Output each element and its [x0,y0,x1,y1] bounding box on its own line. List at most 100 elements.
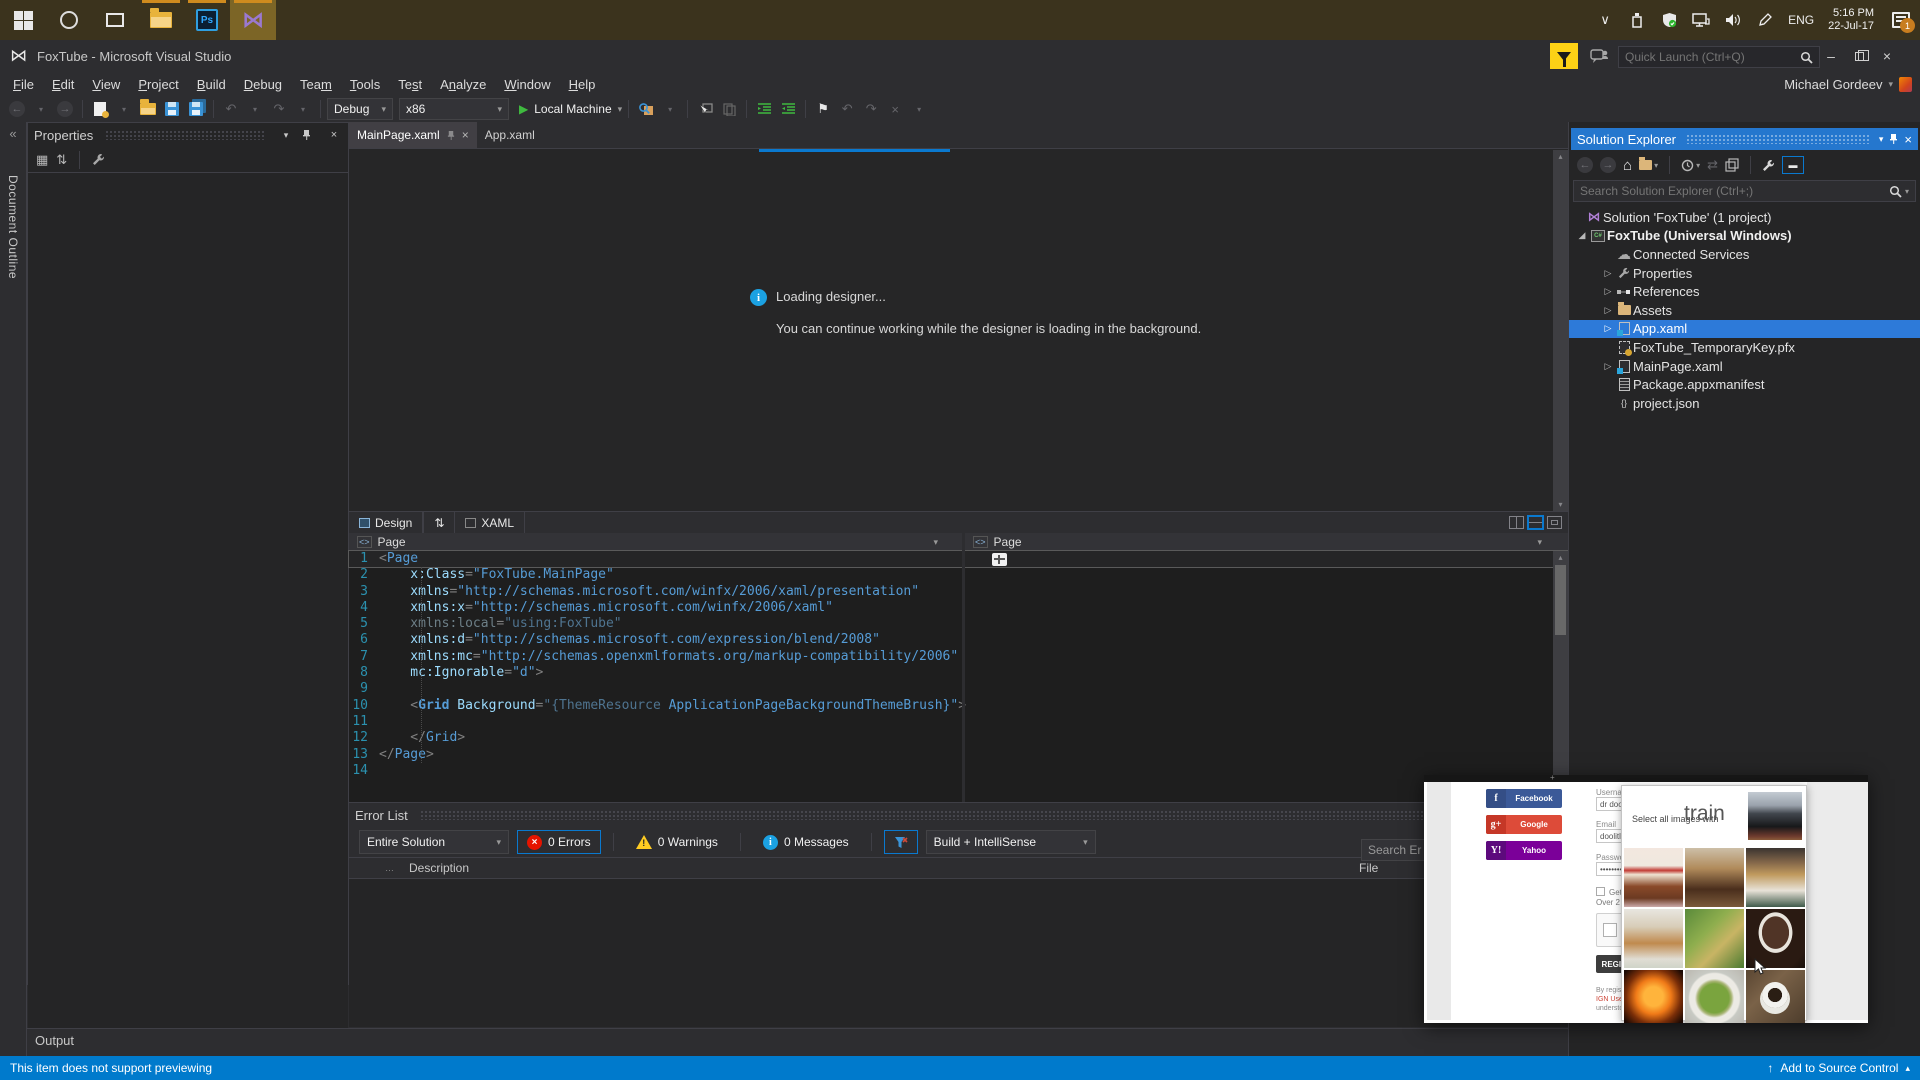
captcha-tile-dessert-glass[interactable] [1685,848,1744,907]
solution-explorer-header[interactable]: Solution Explorer ▾ × [1571,128,1918,150]
pen-icon[interactable] [1756,11,1774,29]
code-line[interactable]: 2 x:Class="FoxTube.MainPage" [349,567,1568,583]
menu-project[interactable]: Project [129,74,187,95]
redo-button[interactable]: ↷ [268,98,290,120]
notifications-filter-button[interactable] [1550,43,1578,69]
warnings-filter-button[interactable]: ! 0 Warnings [626,830,728,854]
visual-studio-button[interactable]: ⋈ [230,0,276,40]
undo-button[interactable]: ↶ [220,98,242,120]
clear-bookmarks-button[interactable]: × [884,98,906,120]
captcha-tile-coffee-cup[interactable] [1746,970,1805,1023]
code-line[interactable]: 4 xmlns:x="http://schemas.microsoft.com/… [349,600,1568,616]
designer-vertical-scrollbar[interactable]: ▴ ▾ [1553,150,1568,511]
errors-filter-button[interactable]: × 0 Errors [517,830,601,854]
bookmarks-overflow-dropdown[interactable]: ▾ [908,98,930,120]
xaml-code-editor[interactable]: 1 <Page 2 x:Class="FoxTube.MainPage" 3 xm… [348,549,1569,802]
forward-button[interactable]: → [1600,157,1616,173]
navigate-forward-button[interactable]: → [54,98,76,120]
vs-titlebar[interactable]: ⋈ FoxTube - Microsoft Visual Studio – × [0,40,1920,72]
filter-button[interactable] [883,830,918,854]
solution-explorer-search-box[interactable]: ▾ [1573,180,1916,202]
new-project-dropdown[interactable]: ▾ [113,98,135,120]
swap-panes-button[interactable]: ⇅ [423,511,456,534]
save-button[interactable] [161,98,183,120]
tree-collapsed-icon[interactable]: ▷ [1601,323,1615,334]
code-line[interactable]: 8 mc:Ignorable="d"> [349,665,1568,681]
tree-collapsed-icon[interactable]: ▷ [1601,268,1615,279]
scroll-down-icon[interactable]: ▾ [1553,500,1568,509]
tree-item-mainpage-xaml[interactable]: ▷ MainPage.xaml [1569,357,1920,376]
code-line[interactable]: 13 </Page> [349,747,1568,763]
redo-dropdown[interactable]: ▾ [292,98,314,120]
tree-item-solution[interactable]: ⋈ Solution 'FoxTube' (1 project) [1569,208,1920,227]
pending-changes-filter-button[interactable]: ▾ [1681,159,1700,172]
menu-analyze[interactable]: Analyze [431,74,495,95]
captcha-tile-glowing-fruit-bowl[interactable] [1624,970,1683,1023]
pin-icon[interactable] [1889,133,1898,145]
tree-collapsed-icon[interactable]: ▷ [1601,305,1615,316]
toggle-bookmark-button[interactable]: ⚑ [812,98,834,120]
menu-view[interactable]: View [83,74,129,95]
open-file-button[interactable] [137,98,159,120]
chevron-down-icon[interactable]: ▾ [933,537,938,548]
chevron-down-icon[interactable]: ▾ [1905,187,1909,196]
tab-close-icon[interactable]: × [462,128,469,142]
language-indicator[interactable]: ENG [1788,13,1814,27]
alphabetical-sort-icon[interactable]: ⇅ [56,152,67,168]
recaptcha-checkbox[interactable] [1603,923,1617,937]
copy-structure-button[interactable] [718,98,740,120]
property-pages-wrench-icon[interactable] [92,153,105,166]
close-icon[interactable]: × [326,129,342,141]
menu-file[interactable]: File [4,74,43,95]
line-column-icon[interactable]: … [385,863,409,873]
tree-collapsed-icon[interactable]: ▷ [1601,361,1615,372]
file-explorer-button[interactable] [138,0,184,40]
overlay-registration-window[interactable]: + f Facebook g+ Google Y! Yahoo Username… [1424,775,1868,1023]
horizontal-split-button[interactable] [1528,516,1543,529]
usb-device-icon[interactable] [1628,11,1646,29]
photoshop-button[interactable]: Ps [184,0,230,40]
start-button[interactable] [0,0,46,40]
tree-item-references[interactable]: ▷ References [1569,282,1920,301]
collapse-region-icon[interactable]: « [0,126,26,141]
categorized-view-icon[interactable]: ▦ [36,152,48,168]
output-panel-bar[interactable]: Output [27,1028,1568,1052]
start-debugging-button[interactable]: ▶ Local Machine ▾ [519,98,622,120]
scroll-up-icon[interactable]: ▴ [1553,551,1568,562]
feedback-icon[interactable] [1590,49,1608,64]
task-view-button[interactable] [92,0,138,40]
action-center-button[interactable]: 1 [1892,11,1915,33]
back-button[interactable]: ← [1577,157,1593,173]
network-icon[interactable] [1692,11,1710,29]
solution-explorer-search-input[interactable] [1580,184,1889,198]
code-line[interactable]: 7 xmlns:mc="http://schemas.openxmlformat… [349,649,1568,665]
column-file[interactable]: File [1359,861,1378,875]
tab-pin-icon[interactable] [447,130,455,141]
scope-dropdown[interactable]: Entire Solution ▾ [359,830,509,854]
restore-button[interactable] [1846,44,1872,68]
navigate-back-dropdown[interactable]: ▾ [30,98,52,120]
menu-edit[interactable]: Edit [43,74,83,95]
tree-expanded-icon[interactable]: ◢ [1575,230,1589,241]
platform-dropdown[interactable]: x86 ▾ [399,98,509,120]
code-line[interactable]: 14 [349,763,1568,779]
home-button[interactable]: ⌂ [1623,157,1632,174]
minimize-button[interactable]: – [1818,44,1844,68]
code-line[interactable]: 11 [349,714,1568,730]
configuration-dropdown[interactable]: Debug ▾ [327,98,393,120]
tree-item-package-appxmanifest[interactable]: Package.appxmanifest [1569,375,1920,394]
clock[interactable]: 5:16 PM 22-Jul-17 [1828,7,1874,33]
tree-item-project-foxtube[interactable]: ◢ C# FoxTube (Universal Windows) [1569,227,1920,246]
build-intellisense-dropdown[interactable]: Build + IntelliSense ▾ [925,830,1096,854]
window-position-dropdown-icon[interactable]: ▾ [1879,134,1884,145]
captcha-tile-breakfast-plate[interactable] [1624,909,1683,968]
tree-item-temporarykey-pfx[interactable]: FoxTube_TemporaryKey.pfx [1569,338,1920,357]
add-to-source-control-button[interactable]: ↑ Add to Source Control ▴ [1767,1061,1910,1075]
code-line[interactable]: 10 <Grid Background="{ThemeResource Appl… [349,698,1568,714]
properties-wrench-icon[interactable] [1762,159,1775,172]
messages-filter-button[interactable]: i0 Messages [753,830,859,854]
next-bookmark-button[interactable]: ↷ [860,98,882,120]
switch-views-button[interactable]: ▾ [1639,157,1658,170]
save-all-button[interactable] [185,98,207,120]
window-position-dropdown-icon[interactable]: ▾ [278,130,294,141]
